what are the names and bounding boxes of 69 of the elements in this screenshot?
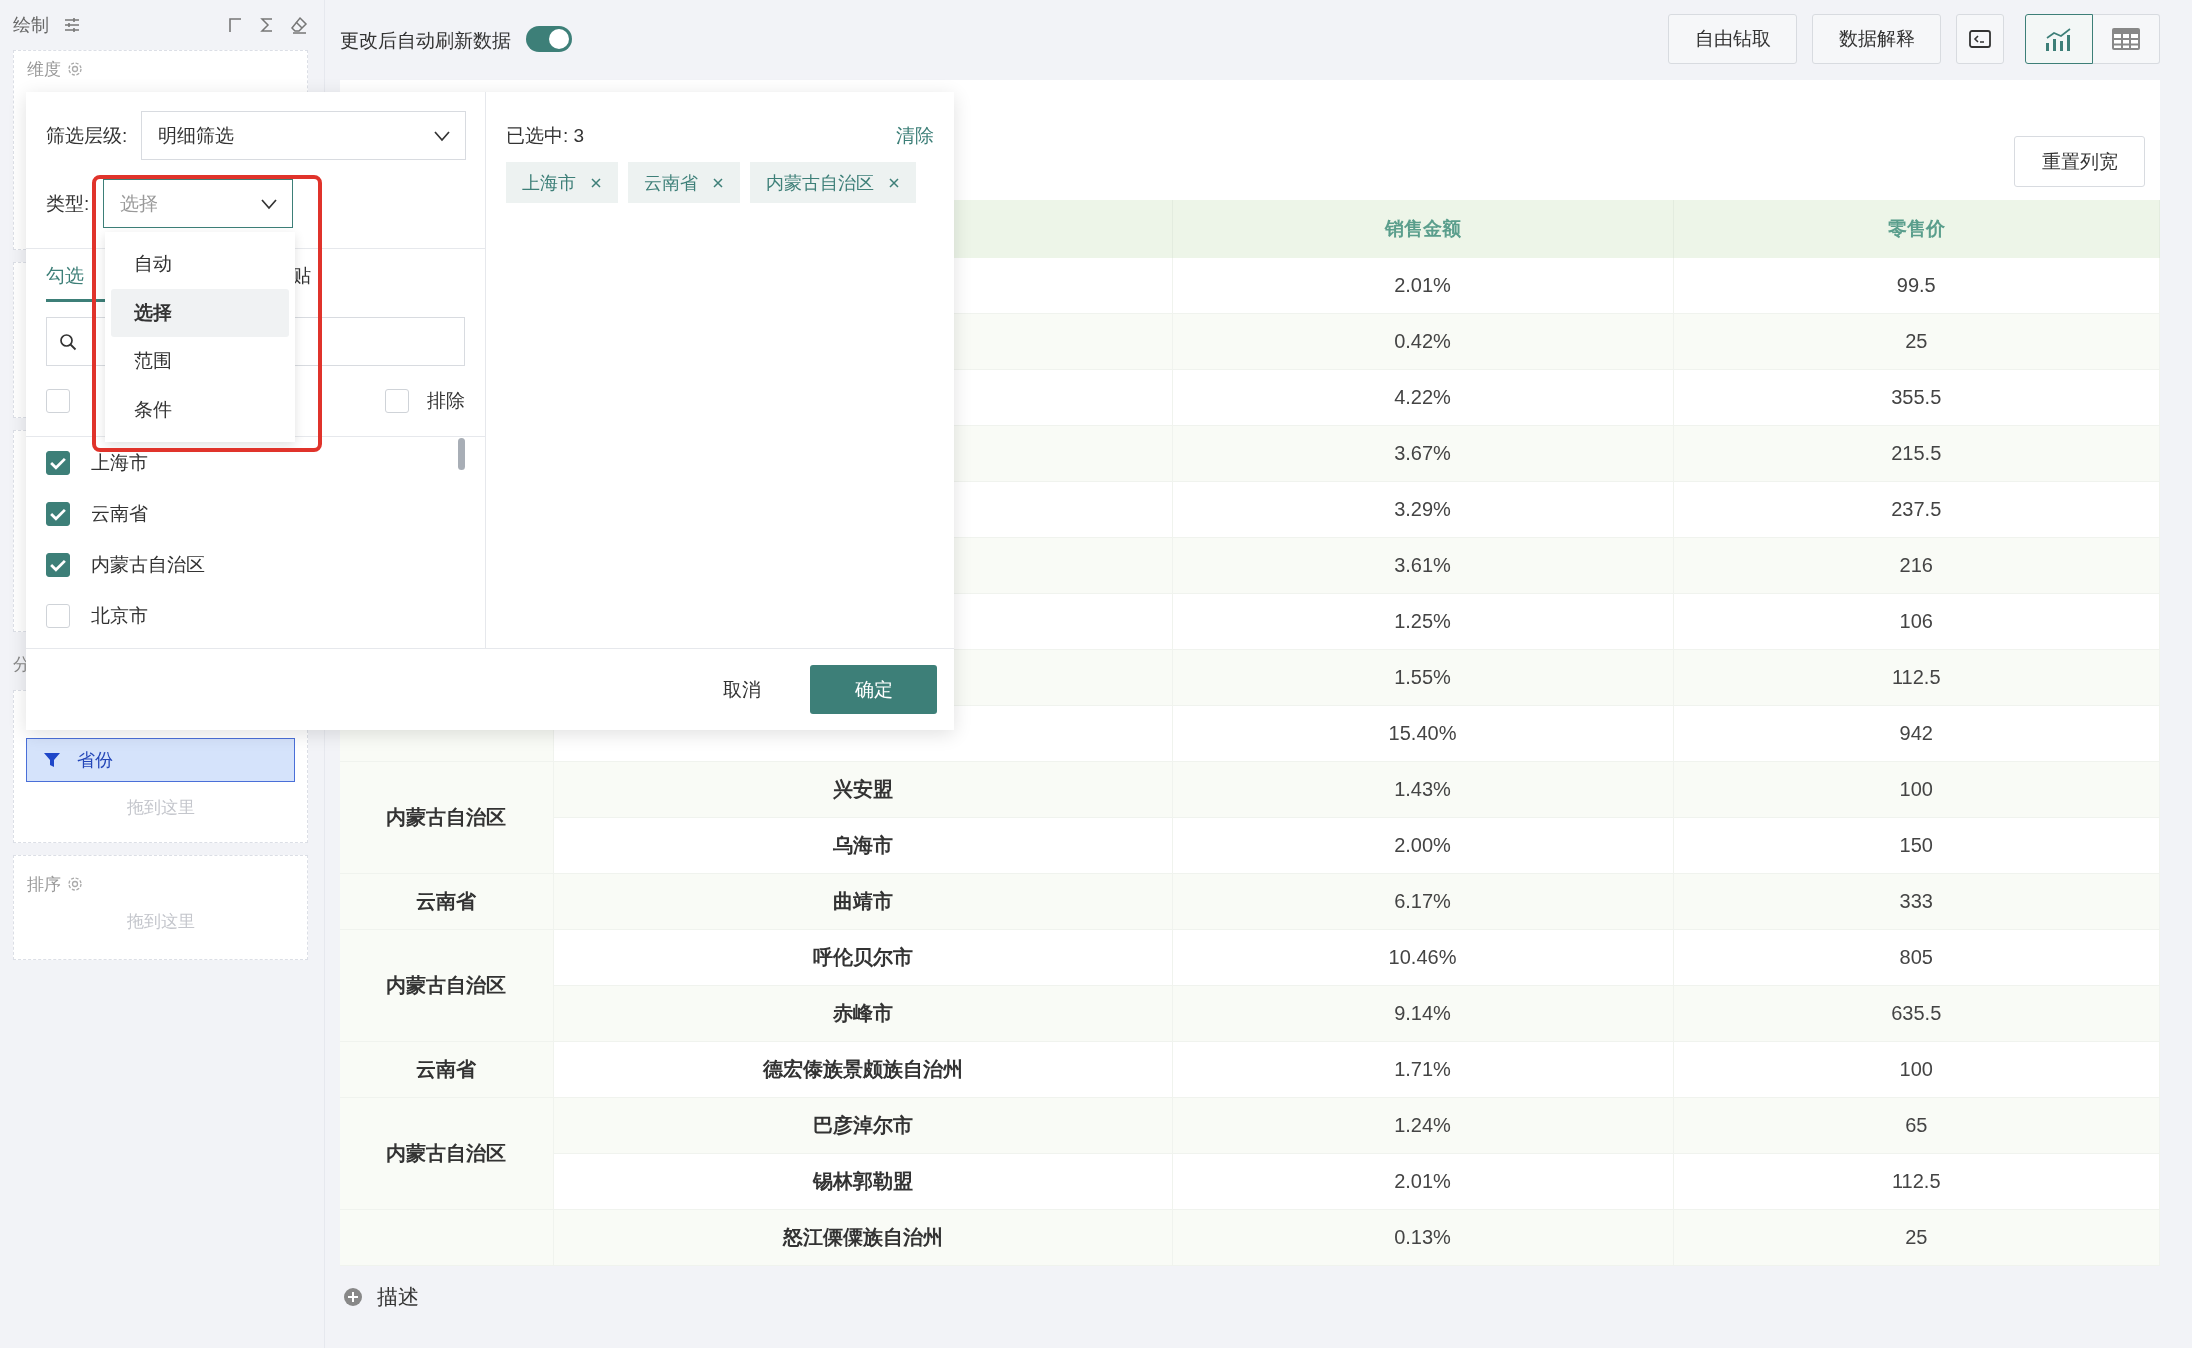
table-cell: 216 bbox=[1673, 537, 2160, 594]
table-cell: 106 bbox=[1673, 593, 2160, 650]
table-cell: 65 bbox=[1673, 1097, 2160, 1154]
table-cell: 100 bbox=[1673, 761, 2160, 818]
drop-hint: 拖到这里 bbox=[125, 797, 196, 819]
table-cell: 635.5 bbox=[1673, 985, 2160, 1042]
table-cell: 3.61% bbox=[1172, 537, 1673, 594]
table-cell: 3.67% bbox=[1172, 425, 1673, 482]
panel-title: 绘制 bbox=[13, 14, 49, 37]
list-item-label: 北京市 bbox=[91, 603, 148, 628]
table-cell: 内蒙古自治区 bbox=[340, 1097, 553, 1210]
table-cell: 25 bbox=[1673, 313, 2160, 370]
table-cell: 355.5 bbox=[1673, 369, 2160, 426]
exclude-label: 排除 bbox=[427, 389, 465, 413]
column-header: 零售价 bbox=[1673, 200, 2160, 258]
list-item-label: 内蒙古自治区 bbox=[91, 552, 205, 577]
table-cell: 呼伦贝尔市 bbox=[553, 929, 1172, 986]
table-cell: 巴彦淖尔市 bbox=[553, 1097, 1172, 1154]
tag: 内蒙古自治区 bbox=[750, 162, 916, 203]
table-cell: 805 bbox=[1673, 929, 2160, 986]
table-cell: 10.46% bbox=[1172, 929, 1673, 986]
field-label: 筛选层级: bbox=[46, 123, 129, 148]
table-cell: 100 bbox=[1673, 1041, 2160, 1098]
table-cell: 112.5 bbox=[1673, 1153, 2160, 1210]
table-cell: 6.17% bbox=[1172, 873, 1673, 930]
table-cell: 1.71% bbox=[1172, 1041, 1673, 1098]
table-cell: 150 bbox=[1673, 817, 2160, 874]
table-cell: 215.5 bbox=[1673, 425, 2160, 482]
table-cell: 2.01% bbox=[1172, 1153, 1673, 1210]
selected-count: 已选中: 3 bbox=[506, 123, 585, 148]
table-cell: 内蒙古自治区 bbox=[340, 929, 553, 1042]
list-item-label: 上海市 bbox=[91, 450, 148, 475]
section-label: 排序 bbox=[27, 873, 61, 896]
section-label: 维度 bbox=[27, 58, 61, 81]
table-cell: 9.14% bbox=[1172, 985, 1673, 1042]
column-header: 销售金额 bbox=[1172, 200, 1673, 258]
table-cell: 1.55% bbox=[1172, 649, 1673, 706]
table-cell: 锡林郭勒盟 bbox=[553, 1153, 1172, 1210]
table-cell: 112.5 bbox=[1673, 649, 2160, 706]
table-cell: 333 bbox=[1673, 873, 2160, 930]
tag: 云南省 bbox=[628, 162, 740, 203]
table-cell: 2.00% bbox=[1172, 817, 1673, 874]
table-cell: 942 bbox=[1673, 705, 2160, 762]
table-cell: 云南省 bbox=[340, 873, 553, 930]
table-cell: 0.13% bbox=[1172, 1209, 1673, 1266]
table-cell: 内蒙古自治区 bbox=[340, 761, 553, 874]
table-cell: 德宏傣族景颇族自治州 bbox=[553, 1041, 1172, 1098]
table-cell: 1.25% bbox=[1172, 593, 1673, 650]
table-cell: 237.5 bbox=[1673, 481, 2160, 538]
table-cell: 怒江傈僳族自治州 bbox=[553, 1209, 1172, 1266]
table-cell: 15.40% bbox=[1172, 705, 1673, 762]
drop-hint: 拖到这里 bbox=[126, 911, 196, 933]
table-cell: 25 bbox=[1673, 1209, 2160, 1266]
table-cell: 赤峰市 bbox=[553, 985, 1172, 1042]
field-label: 类型: bbox=[46, 191, 91, 216]
table-cell: 4.22% bbox=[1172, 369, 1673, 426]
table-cell: 兴安盟 bbox=[553, 761, 1172, 818]
table-cell: 乌海市 bbox=[553, 817, 1172, 874]
table-cell: 1.43% bbox=[1172, 761, 1673, 818]
tag: 上海市 bbox=[506, 162, 618, 203]
table-cell: 云南省 bbox=[340, 1041, 553, 1098]
table-cell: 99.5 bbox=[1673, 258, 2160, 314]
list-item-label: 云南省 bbox=[91, 501, 148, 526]
table-cell: 1.24% bbox=[1172, 1097, 1673, 1154]
auto-refresh-label: 更改后自动刷新数据 bbox=[340, 29, 511, 53]
table-cell: 2.01% bbox=[1172, 258, 1673, 314]
table-cell: 0.42% bbox=[1172, 313, 1673, 370]
table-cell: 曲靖市 bbox=[553, 873, 1172, 930]
table-cell: 3.29% bbox=[1172, 481, 1673, 538]
